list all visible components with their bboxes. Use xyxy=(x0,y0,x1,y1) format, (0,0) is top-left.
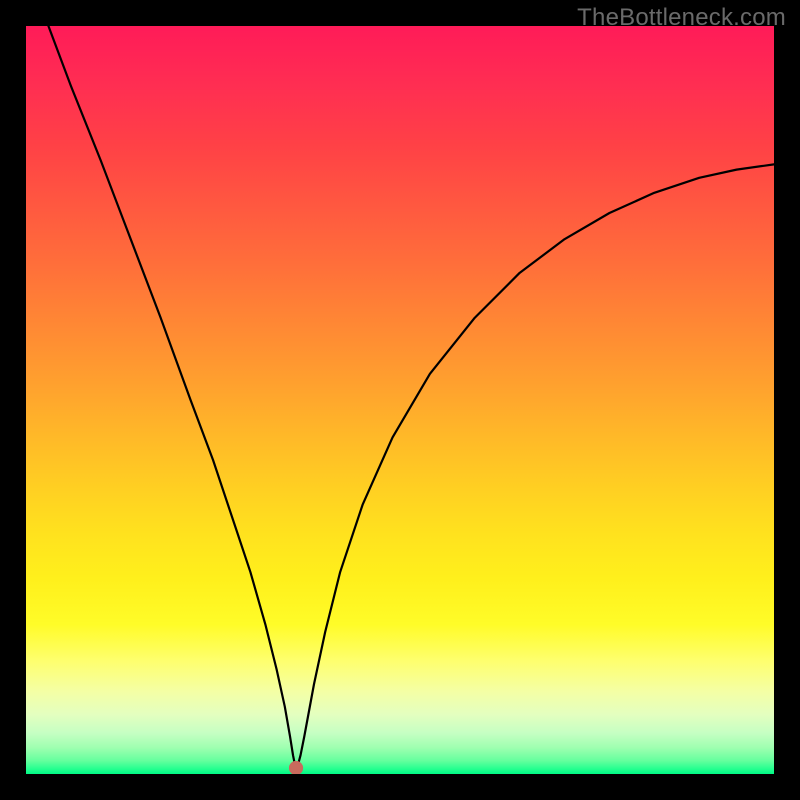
curve-svg xyxy=(26,26,774,774)
watermark-text: TheBottleneck.com xyxy=(577,4,786,32)
plot-area xyxy=(26,26,774,774)
curve-minimum-marker xyxy=(289,761,303,774)
bottleneck-curve xyxy=(48,26,774,767)
chart-container: TheBottleneck.com xyxy=(0,0,800,800)
